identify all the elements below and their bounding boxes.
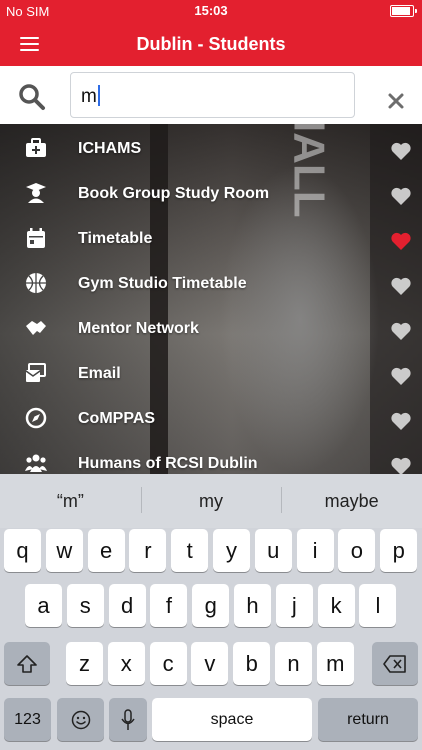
list-item-label: Book Group Study Room: [78, 185, 270, 202]
search-input[interactable]: m: [70, 72, 355, 118]
key-v[interactable]: v: [191, 642, 229, 685]
suggestion-item[interactable]: my: [141, 491, 282, 512]
list-item[interactable]: Book Group Study Room: [0, 169, 422, 214]
list-item[interactable]: Mentor Network: [0, 304, 422, 349]
nav-bar: Dublin - Students: [0, 22, 422, 66]
space-key[interactable]: space: [152, 698, 312, 741]
key-t[interactable]: t: [171, 529, 209, 572]
list-item[interactable]: Email: [0, 349, 422, 394]
search-bar: m: [0, 66, 422, 125]
key-j[interactable]: j: [275, 584, 313, 627]
people-group-icon: [25, 454, 47, 472]
suggestion-bar: “m” my maybe: [0, 474, 422, 528]
key-p[interactable]: p: [380, 529, 418, 572]
calendar-icon: [27, 228, 45, 248]
heart-filled-icon[interactable]: [390, 231, 412, 251]
list-item-label: Gym Studio Timetable: [78, 275, 247, 292]
key-w[interactable]: w: [45, 529, 83, 572]
key-r[interactable]: r: [129, 529, 167, 572]
basketball-icon: [26, 273, 46, 293]
medical-kit-icon: [26, 138, 46, 157]
status-bar: No SIM 15:03: [0, 0, 422, 22]
key-y[interactable]: y: [213, 529, 250, 572]
key-h[interactable]: h: [234, 584, 271, 627]
shift-icon: [17, 654, 37, 673]
on-screen-keyboard: “m” my maybe q w e r t y u i o p a s d f g h j k l z x c v b n m 123…: [0, 474, 422, 750]
key-c[interactable]: c: [149, 642, 187, 685]
microphone-icon: [121, 708, 135, 730]
list-item[interactable]: Humans of RCSI Dublin: [0, 439, 422, 474]
heart-icon[interactable]: [390, 276, 412, 296]
list-item[interactable]: Gym Studio Timetable: [0, 259, 422, 304]
graduate-icon: [26, 183, 46, 203]
list-item-label: Mentor Network: [78, 320, 199, 337]
list-item-label: Email: [78, 365, 121, 382]
list-item[interactable]: ICHAMS: [0, 124, 422, 169]
key-f[interactable]: f: [150, 584, 188, 627]
key-z[interactable]: z: [66, 642, 103, 685]
key-x[interactable]: x: [107, 642, 145, 685]
search-input-value: m: [81, 86, 97, 107]
key-l[interactable]: l: [359, 584, 397, 627]
heart-icon[interactable]: [390, 186, 412, 206]
list-item[interactable]: Timetable: [0, 214, 422, 259]
key-i[interactable]: i: [296, 529, 334, 572]
heart-icon[interactable]: [390, 456, 412, 474]
battery-level: [392, 7, 410, 15]
key-a[interactable]: a: [25, 584, 62, 627]
shift-key[interactable]: [4, 642, 50, 685]
list-item-label: Timetable: [78, 230, 153, 247]
heart-icon[interactable]: [390, 366, 412, 386]
text-cursor: [97, 85, 100, 106]
key-m[interactable]: m: [316, 642, 354, 685]
emoji-key[interactable]: [57, 698, 104, 741]
emoji-icon: [71, 710, 90, 729]
close-icon[interactable]: [386, 91, 406, 111]
heart-icon[interactable]: [390, 141, 412, 161]
suggestion-divider: [140, 487, 142, 513]
key-q[interactable]: q: [4, 529, 41, 572]
key-n[interactable]: n: [275, 642, 312, 685]
key-o[interactable]: o: [338, 529, 376, 572]
list-item[interactable]: CoMPPAS: [0, 394, 422, 439]
list-item-label: Humans of RCSI Dublin: [78, 455, 258, 472]
list-item-label: CoMPPAS: [78, 410, 156, 427]
backspace-key[interactable]: [372, 642, 418, 685]
key-s[interactable]: s: [66, 584, 104, 627]
suggestion-item[interactable]: maybe: [281, 491, 422, 512]
key-u[interactable]: u: [254, 529, 292, 572]
list-item-label: ICHAMS: [78, 140, 142, 157]
heart-icon[interactable]: [390, 321, 412, 341]
handshake-icon: [26, 321, 46, 335]
dictation-key[interactable]: [109, 698, 147, 741]
compass-icon: [25, 407, 47, 429]
mail-icon: [25, 363, 46, 382]
key-e[interactable]: e: [87, 529, 125, 572]
suggestion-divider: [281, 487, 283, 513]
key-b[interactable]: b: [233, 642, 271, 685]
key-g[interactable]: g: [192, 584, 230, 627]
battery-icon: [390, 5, 417, 17]
return-key[interactable]: return: [318, 698, 418, 741]
key-k[interactable]: k: [317, 584, 355, 627]
results-list: HALL ICHAMS Book Group Study Room Timetabl…: [0, 124, 422, 474]
backspace-icon: [383, 654, 406, 673]
key-d[interactable]: d: [108, 584, 146, 627]
search-icon[interactable]: [18, 83, 46, 111]
clock: 15:03: [194, 3, 228, 18]
numbers-key[interactable]: 123: [4, 698, 51, 741]
heart-icon[interactable]: [390, 411, 412, 431]
suggestion-item[interactable]: “m”: [0, 491, 141, 512]
page-title: Dublin - Students: [136, 34, 286, 54]
